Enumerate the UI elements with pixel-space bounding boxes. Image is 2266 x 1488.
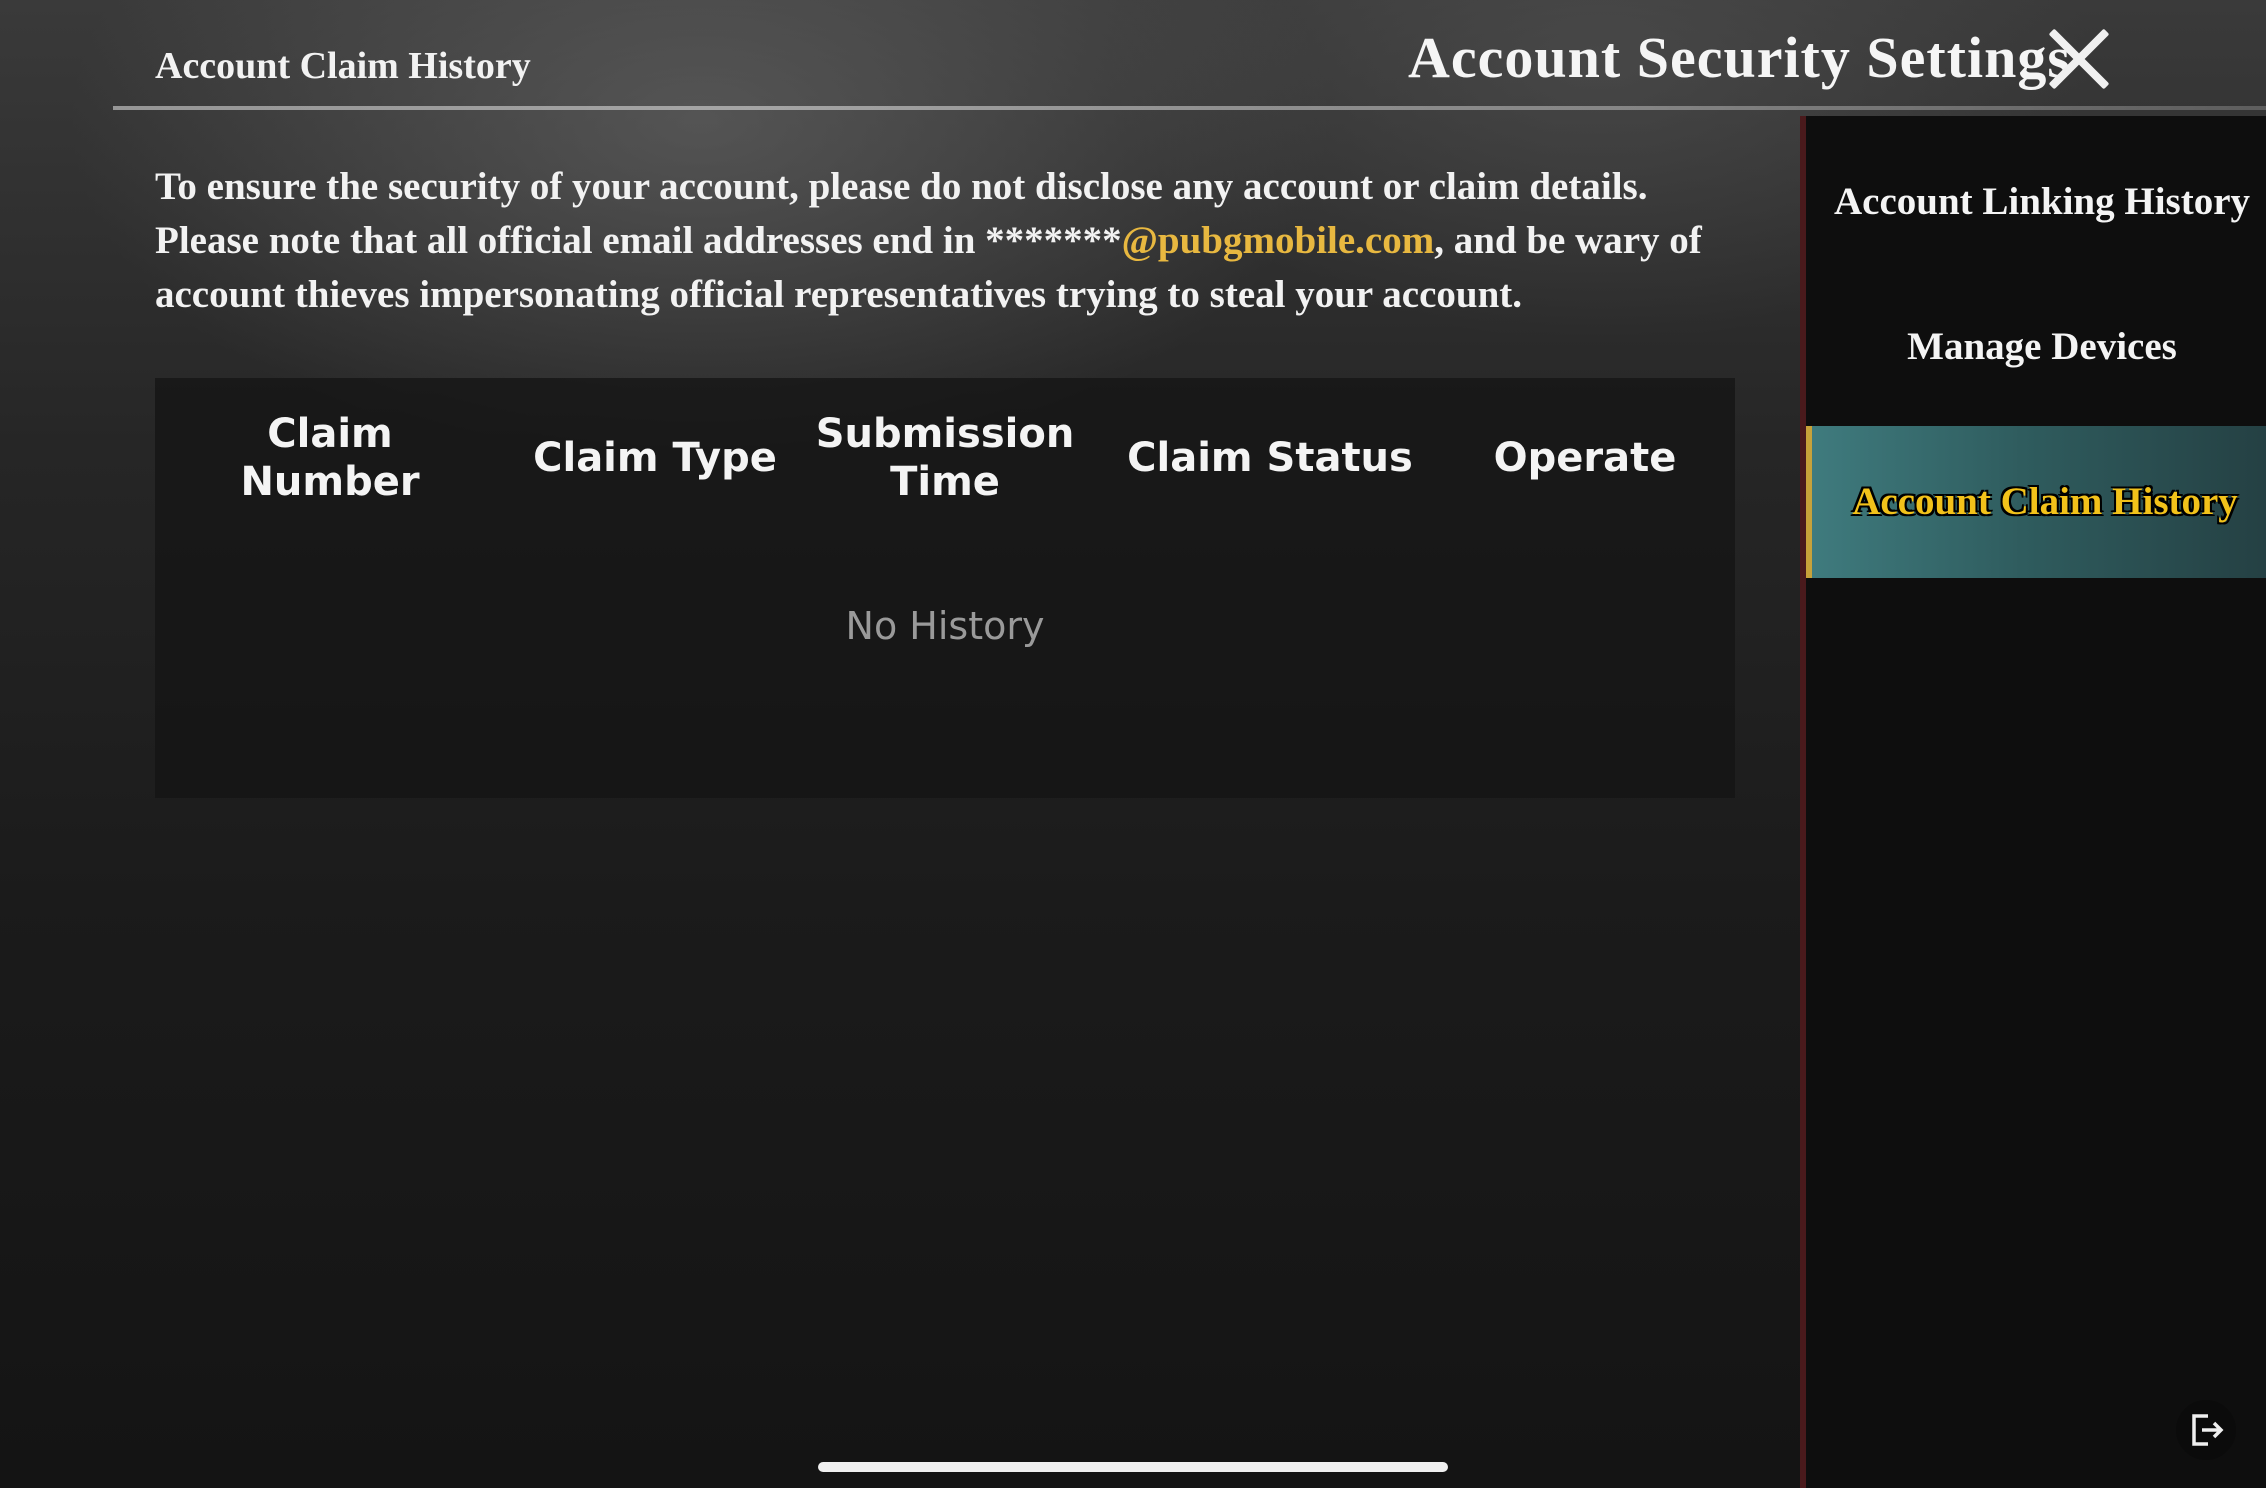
table-header: Claim Number Claim Type Submission Time … [155,378,1735,538]
official-email-domain: @pubgmobile.com [1121,219,1435,262]
logout-icon [2192,1414,2224,1446]
home-indicator[interactable] [818,1462,1448,1472]
column-header-claim-status: Claim Status [1127,435,1413,481]
window-title: Account Security Settings [1408,25,2071,90]
security-notice: To ensure the security of your account, … [155,160,1735,322]
column-header-operate: Operate [1493,435,1677,481]
page-title: Account Claim History [155,45,531,87]
empty-state-text: No History [845,604,1045,648]
header-divider [113,106,2266,110]
claims-table: Claim Number Claim Type Submission Time … [155,378,1735,798]
column-header-submission-time: Submission Time [815,411,1075,505]
sidebar-item-account-claim-history[interactable]: Account Claim History [1806,426,2266,578]
sidebar: Account Linking History Manage Devices A… [1800,116,2266,1488]
column-header-claim-number: Claim Number [240,411,420,505]
column-header-claim-type: Claim Type [533,435,777,481]
close-icon[interactable] [2044,24,2114,94]
account-security-screen: Account Claim History Account Security S… [0,0,2266,1488]
sidebar-item-manage-devices[interactable]: Manage Devices [1812,282,2266,412]
logout-button[interactable] [2176,1400,2236,1460]
sidebar-item-account-linking-history[interactable]: Account Linking History [1812,142,2266,262]
